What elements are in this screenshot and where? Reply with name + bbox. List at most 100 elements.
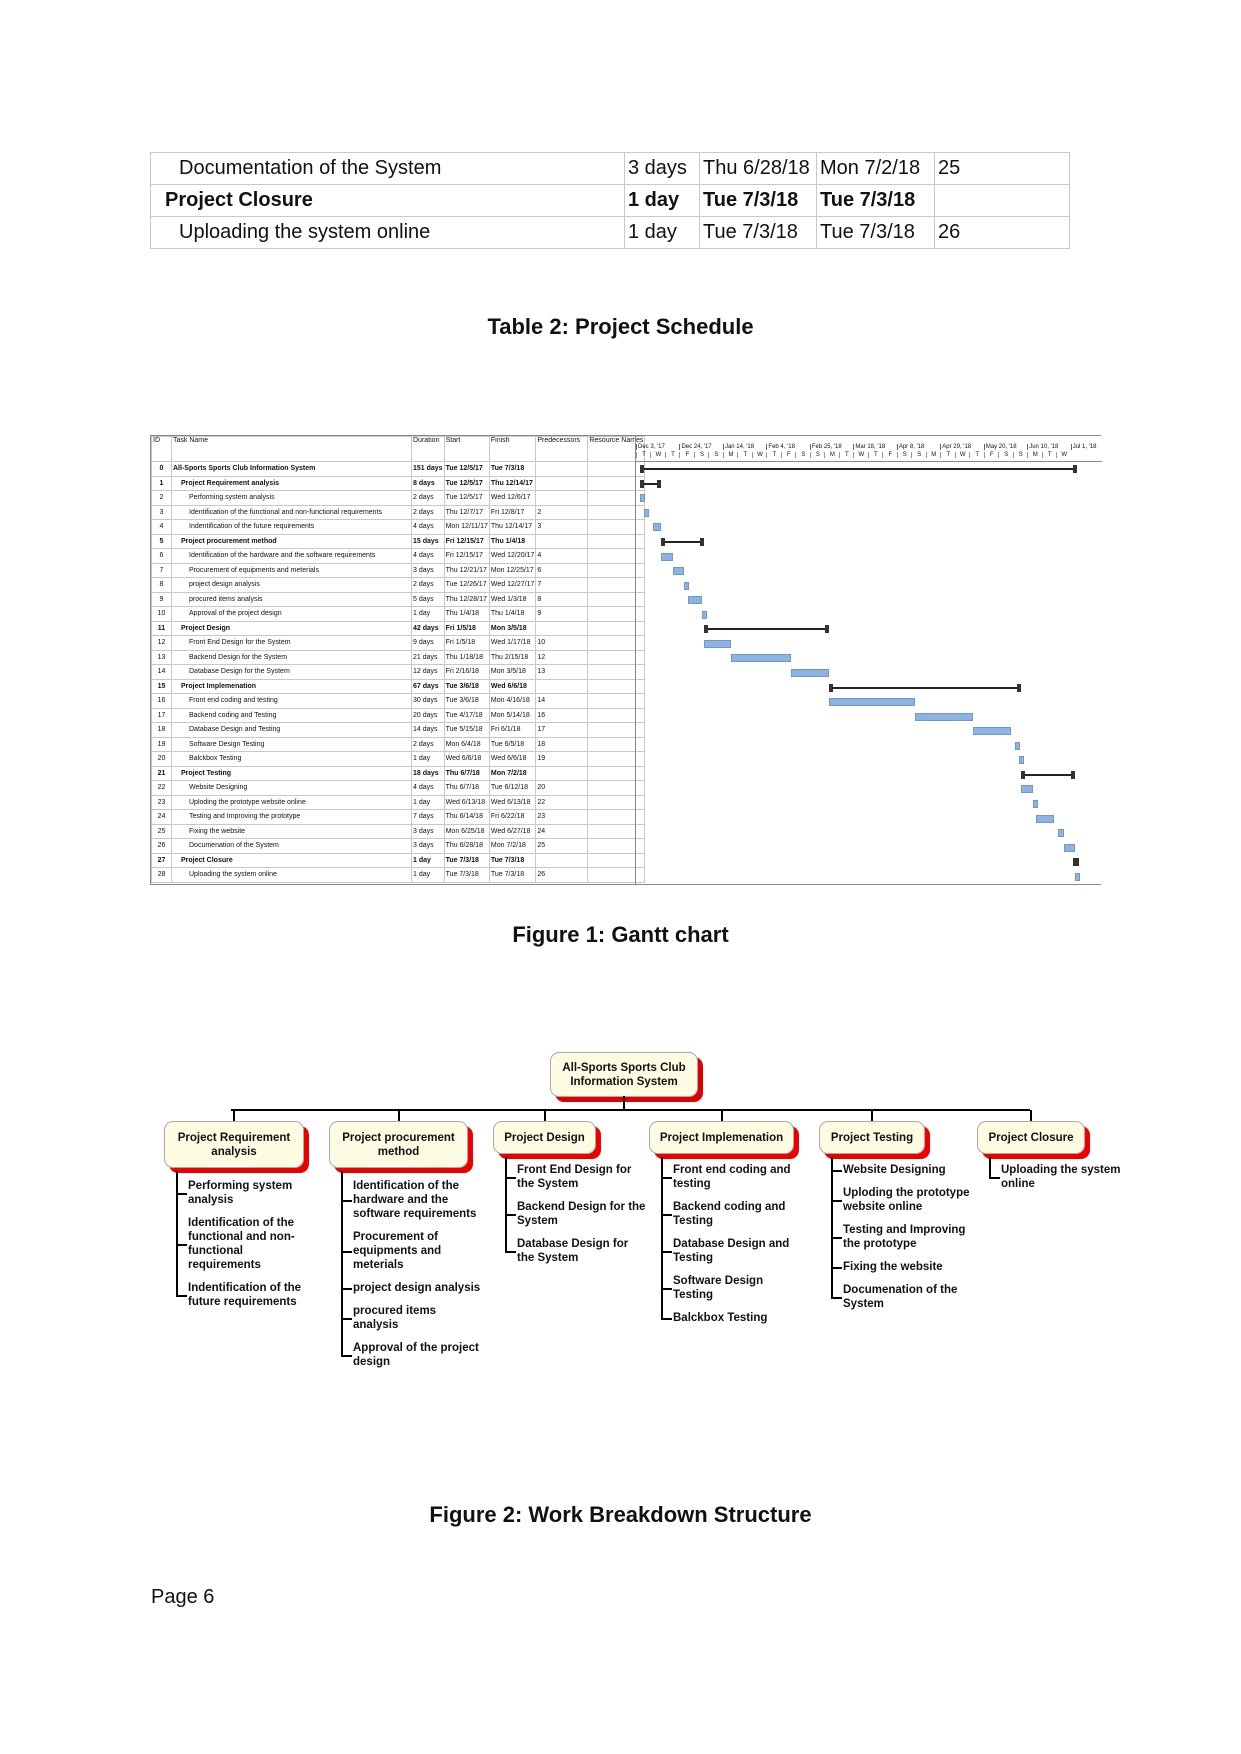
gantt-cell-name: Project Implemenation xyxy=(171,678,412,694)
gantt-row: 18 Database Design and Testing 14 days Tue … xyxy=(151,722,646,738)
summary-bar-end xyxy=(1070,770,1075,779)
timescale-minor-label: M xyxy=(925,452,941,458)
gantt-cell-start: Tue 3/6/18 xyxy=(443,693,490,709)
gantt-cell-duration: 1 day xyxy=(411,867,445,883)
gantt-row: 4 Indentification of the future requireme… xyxy=(151,519,646,535)
gantt-cell-name: Software Design Testing xyxy=(171,736,412,752)
gantt-cell-duration: 18 days xyxy=(411,765,445,781)
gantt-cell-name: Approval of the project design xyxy=(171,606,412,622)
wbs-branch-connector xyxy=(397,1110,400,1121)
wbs-branch-connector xyxy=(1030,1110,1032,1121)
wbs-children: Front end coding and testing Backend codi… xyxy=(661,1157,803,1334)
wbs-child-connector xyxy=(176,1171,178,1296)
gantt-cell-name: Database Design and Testing xyxy=(171,722,412,738)
summary-bar-end xyxy=(700,538,705,547)
gantt-cell-id: 10 xyxy=(151,606,172,622)
gantt-cell-finish: Tue 7/3/18 xyxy=(488,461,537,477)
gantt-cell-name: Front end coding and testing xyxy=(171,693,412,709)
wbs-child-node: Front end coding and testing xyxy=(661,1163,803,1191)
wbs-child-node: Documenation of the System xyxy=(831,1283,973,1311)
gantt-cell-pred xyxy=(535,765,589,781)
timescale-minor-label: W xyxy=(751,452,767,458)
summary-bar xyxy=(828,686,1021,689)
gantt-cell-finish: Wed 1/3/18 xyxy=(488,591,537,607)
gantt-row: 8 project design analysis 2 days Tue 12/26/… xyxy=(151,577,646,593)
gantt-cell-name: Fixing the website xyxy=(171,823,412,839)
gantt-row: 9 procured items analysis 5 days Thu 12/28/… xyxy=(151,591,646,607)
timescale-minor-label: T xyxy=(737,452,752,458)
summary-bar-end xyxy=(828,683,833,692)
gantt-cell-pred: 9 xyxy=(535,606,589,622)
gantt-cell-finish: Wed 6/6/18 xyxy=(488,678,537,694)
gantt-cell-id: 21 xyxy=(151,765,172,781)
gantt-cell-start: Tue 5/15/18 xyxy=(443,722,490,738)
gantt-row: 10 Approval of the project design 1 day Thu… xyxy=(151,606,646,622)
gantt-cell-pred: 17 xyxy=(535,722,589,738)
task-bar xyxy=(731,654,792,663)
gantt-cell-duration: 15 days xyxy=(411,533,445,549)
gantt-cell-id: 4 xyxy=(151,519,172,535)
gantt-cell-name: Uploding the prototype website online xyxy=(171,794,412,810)
gantt-cell-finish: Fri 6/22/18 xyxy=(488,809,537,825)
gantt-cell-pred: 18 xyxy=(535,736,589,752)
wbs-child-node: procured items analysis xyxy=(341,1304,483,1332)
gantt-cell-pred xyxy=(535,475,589,491)
timescale-major-label: Dec 3, '17 xyxy=(636,444,665,450)
gantt-cell-name: Website Designing xyxy=(171,780,412,796)
wbs-child-node: project design analysis xyxy=(341,1281,483,1295)
gantt-row: 21 Project Testing 18 days Thu 6/7/18 Mon 7/… xyxy=(151,765,646,781)
summary-bar-end xyxy=(1017,683,1022,692)
gantt-cell-name: project design analysis xyxy=(171,577,412,593)
gantt-cell-start: Fri 1/5/18 xyxy=(443,620,490,636)
summary-bar-end xyxy=(660,538,665,547)
table-row: Uploading the system online 1 day Tue 7/3/… xyxy=(150,216,1070,249)
col-duration: Duration xyxy=(411,436,445,462)
timescale-major-label: Jun 10, '18 xyxy=(1027,444,1059,450)
gantt-cell-id: 6 xyxy=(151,548,172,564)
timescale-major-label: Dec 24, '17 xyxy=(679,444,712,450)
gantt-cell-finish: Fri 12/8/17 xyxy=(488,504,537,520)
wbs-root-connector xyxy=(623,1096,625,1110)
timescale-minor-label: W xyxy=(853,452,868,458)
gantt-cell-pred: 4 xyxy=(535,548,589,564)
wbs-branch-node: Project procurement method xyxy=(329,1121,468,1168)
gantt-cell-pred xyxy=(535,490,589,506)
gantt-cell-id: 7 xyxy=(151,562,172,578)
gantt-row: 24 Testing and Improving the prototype 7 d… xyxy=(151,809,646,825)
gantt-cell-finish: Wed 6/13/18 xyxy=(488,794,537,810)
gantt-cell-start: Mon 6/4/18 xyxy=(443,736,490,752)
task-bar xyxy=(1014,741,1020,750)
gantt-cell-pred: 3 xyxy=(535,519,589,535)
gantt-cell-name: Project Testing xyxy=(171,765,412,781)
gantt-cell-pred: 12 xyxy=(535,649,589,665)
wbs-child-node: Software Design Testing xyxy=(661,1274,803,1302)
summary-bar xyxy=(660,541,705,544)
wbs-child-node: Approval of the project design xyxy=(341,1341,483,1369)
gantt-cell-duration: 8 days xyxy=(411,475,445,491)
task-bar xyxy=(915,712,974,721)
gantt-cell-start: Fri 2/16/18 xyxy=(443,664,490,680)
gantt-cell-pred: 10 xyxy=(535,635,589,651)
table-row: Project Closure 1 day Tue 7/3/18 Tue 7/3/18 xyxy=(150,184,1070,217)
gantt-cell-id: 28 xyxy=(151,867,172,883)
gantt-cell-name: Documenation of the System xyxy=(171,838,412,854)
gantt-cell-id: 5 xyxy=(151,533,172,549)
summary-bar xyxy=(1021,773,1075,776)
timescale-minor-label: T xyxy=(766,452,781,458)
gantt-row: 1 Project Requirement analysis 8 days Tue 1… xyxy=(151,475,646,491)
gantt-cell-duration: 1 day xyxy=(411,852,445,868)
gantt-cell-start: Thu 12/28/17 xyxy=(443,591,490,607)
gantt-cell-duration: 20 days xyxy=(411,707,445,723)
wbs-child-node: Identification of the functional and non… xyxy=(176,1216,318,1272)
gantt-cell-pred: 26 xyxy=(535,867,589,883)
gantt-cell-pred xyxy=(535,678,589,694)
timescale-major-label: May 20, '18 xyxy=(983,444,1017,450)
gantt-cell-pred: 22 xyxy=(535,794,589,810)
gantt-cell-name: Front End Design for the System xyxy=(171,635,412,651)
gantt-cell-duration: 2 days xyxy=(411,736,445,752)
gantt-row: 13 Backend Design for the System 21 days Th… xyxy=(151,649,646,665)
gantt-cell-pred: 23 xyxy=(535,809,589,825)
summary-bar xyxy=(640,468,1077,471)
cell-pred xyxy=(934,184,1070,217)
wbs-child-node: Fixing the website xyxy=(831,1260,973,1274)
